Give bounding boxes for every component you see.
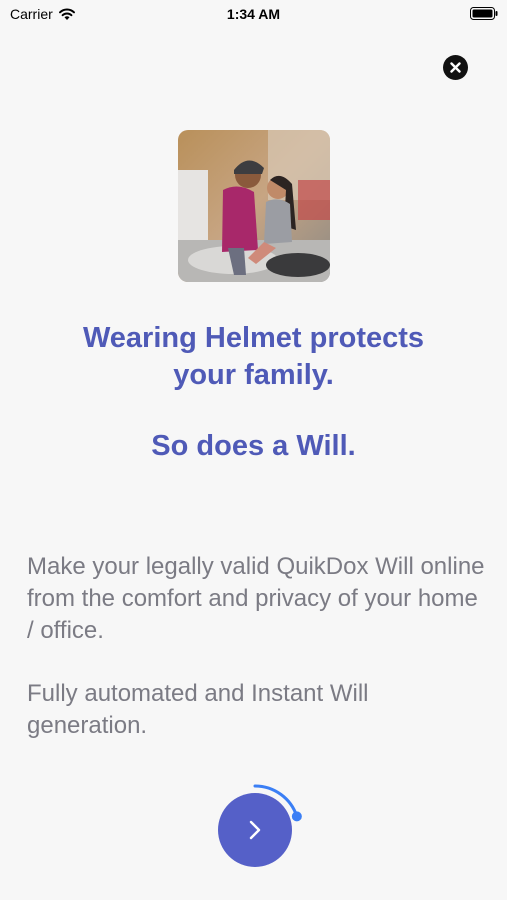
- headline-text: Wearing Helmet protects your family.: [82, 322, 425, 391]
- body-paragraph-2: Fully automated and Instant Will generat…: [27, 680, 369, 739]
- body-paragraph-1: Make your legally valid QuikDox Will onl…: [27, 553, 485, 644]
- next-button-group: [210, 775, 315, 875]
- next-button[interactable]: [218, 793, 292, 867]
- couple-on-scooter-photo: [178, 130, 330, 282]
- chevron-right-icon: [249, 820, 261, 840]
- clock: 1:34 AM: [226, 6, 281, 22]
- status-bar: Carrier 1:34 AM: [0, 0, 507, 28]
- headline: Wearing Helmet protects your family.: [0, 320, 507, 394]
- close-icon: [450, 62, 461, 73]
- subheadline: So does a Will.: [151, 430, 356, 462]
- close-button[interactable]: [443, 55, 468, 80]
- onboarding-screen: Carrier 1:34 AM Wearing Helmet protects …: [0, 0, 507, 900]
- battery-icon: [470, 7, 498, 20]
